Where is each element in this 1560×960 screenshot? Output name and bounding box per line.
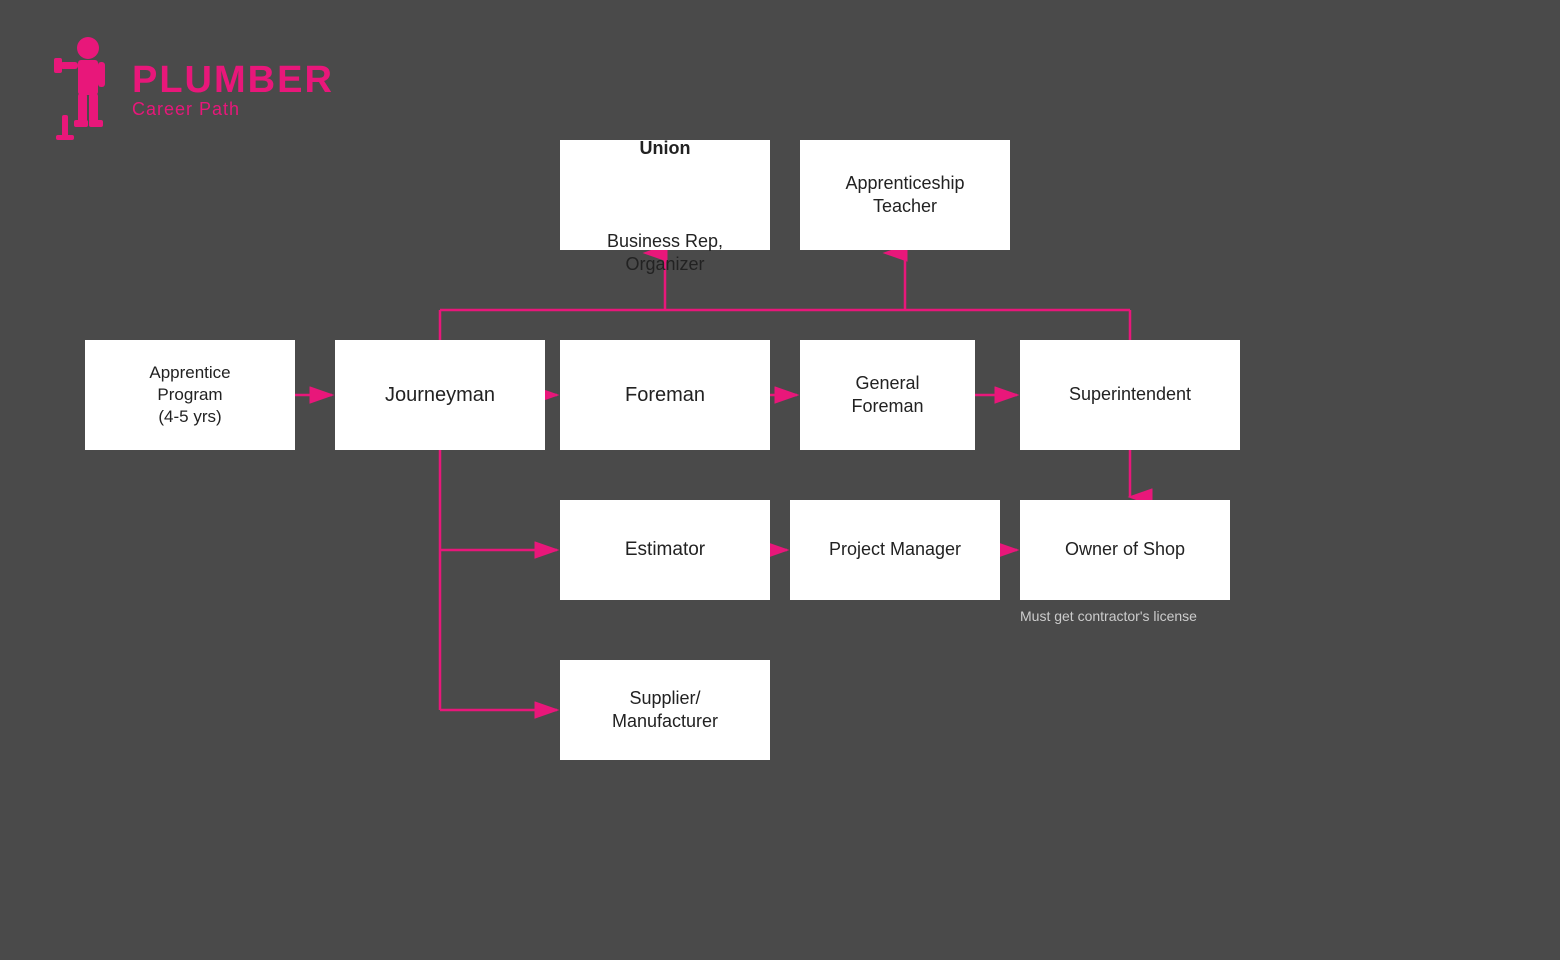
union-box: Union Union Business Rep, Organizer Busi… bbox=[560, 140, 770, 250]
owner-note: Must get contractor's license bbox=[1020, 608, 1260, 624]
apprentice-box: Apprentice Program (4-5 yrs) bbox=[85, 340, 295, 450]
project-manager-box: Project Manager bbox=[790, 500, 1000, 600]
estimator-box: Estimator bbox=[560, 500, 770, 600]
logo-area: PLUMBER Career Path bbox=[40, 30, 334, 150]
journeyman-box: Journeyman bbox=[335, 340, 545, 450]
general-foreman-box: General Foreman bbox=[800, 340, 975, 450]
owner-of-shop-box: Owner of Shop bbox=[1020, 500, 1230, 600]
superintendent-box: Superintendent bbox=[1020, 340, 1240, 450]
logo-subtitle: Career Path bbox=[132, 99, 334, 120]
foreman-box: Foreman bbox=[560, 340, 770, 450]
logo-title: PLUMBER bbox=[132, 61, 334, 99]
union-bold: Union bbox=[640, 138, 691, 158]
apprenticeship-teacher-box: Apprenticeship Teacher bbox=[800, 140, 1010, 250]
plumber-icon bbox=[40, 30, 120, 150]
supplier-box: Supplier/ Manufacturer bbox=[560, 660, 770, 760]
logo-text: PLUMBER Career Path bbox=[132, 61, 334, 120]
